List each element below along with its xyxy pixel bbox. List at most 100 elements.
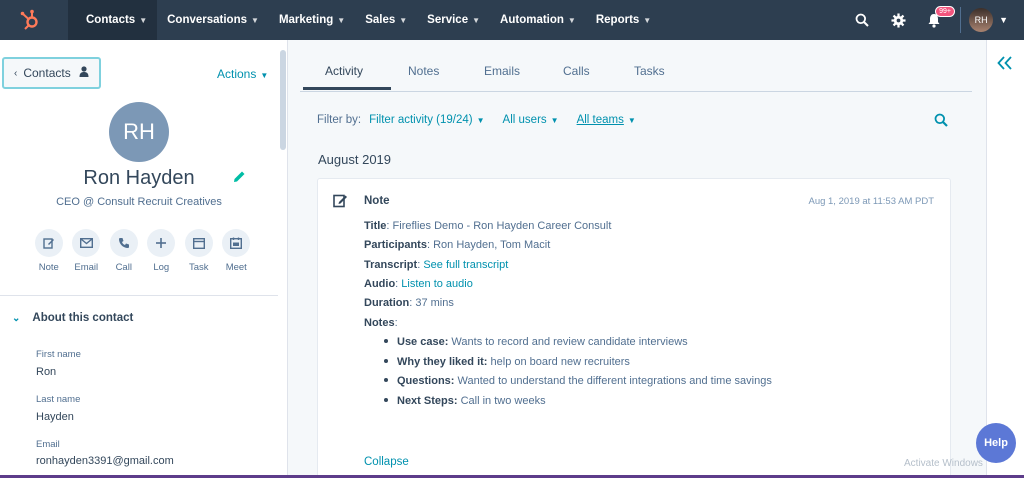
notification-badge: 99+ bbox=[935, 6, 955, 17]
bullet-text: Wants to record and review candidate int… bbox=[448, 336, 688, 348]
email-value[interactable]: ronhayden3391@gmail.com bbox=[36, 455, 174, 467]
bullet-dot bbox=[384, 398, 388, 403]
about-section-toggle[interactable]: ⌄ About this contact bbox=[12, 312, 133, 324]
search-icon[interactable] bbox=[934, 113, 948, 132]
list-item: Questions: Wanted to understand the diff… bbox=[384, 375, 772, 387]
meet-action-button[interactable]: Meet bbox=[218, 229, 256, 273]
audio-link[interactable]: Listen to audio bbox=[401, 278, 473, 290]
sidebar-scrollbar[interactable] bbox=[280, 50, 286, 150]
chevron-down-icon: ▼ bbox=[399, 15, 408, 25]
chevron-down-icon: ▼ bbox=[643, 15, 652, 25]
calendar-icon bbox=[222, 229, 251, 257]
chevron-left-icon: ‹ bbox=[14, 67, 18, 79]
sidebar-divider bbox=[0, 295, 278, 296]
chevron-down-icon: ▼ bbox=[550, 116, 559, 125]
quick-action-label: Meet bbox=[225, 262, 247, 273]
gear-icon[interactable] bbox=[880, 0, 916, 40]
help-button[interactable]: Help bbox=[976, 423, 1016, 463]
note-edit-icon bbox=[333, 193, 348, 213]
nav-right-group: 99+ RH ▼ bbox=[844, 0, 1024, 40]
users-filter-dropdown[interactable]: All users ▼ bbox=[503, 114, 559, 126]
actions-dropdown[interactable]: Actions ▼ bbox=[217, 67, 268, 81]
bullet-dot bbox=[384, 339, 388, 344]
first-name-label: First name bbox=[36, 349, 81, 360]
collapse-link[interactable]: Collapse bbox=[364, 456, 409, 468]
tab-tasks[interactable]: Tasks bbox=[634, 64, 665, 78]
field-label: Duration bbox=[364, 297, 410, 309]
field-value: : Fireflies Demo - Ron Hayden Career Con… bbox=[386, 220, 612, 232]
email-icon bbox=[72, 229, 101, 257]
actions-label: Actions bbox=[217, 67, 257, 81]
quick-action-label: Task bbox=[188, 262, 209, 273]
chevron-down-icon: ▼ bbox=[260, 71, 269, 80]
activity-tabs: Activity Notes Emails Calls Tasks bbox=[300, 40, 972, 92]
email-action-button[interactable]: Email bbox=[68, 229, 106, 273]
note-duration-line: Duration: 37 mins bbox=[364, 297, 454, 309]
tab-notes[interactable]: Notes bbox=[408, 64, 439, 78]
hubspot-logo-icon[interactable] bbox=[0, 0, 60, 40]
log-action-button[interactable]: Log bbox=[143, 229, 181, 273]
active-tab-indicator bbox=[303, 87, 391, 90]
nav-marketing[interactable]: Marketing ▼ bbox=[269, 0, 355, 40]
field-label: Audio bbox=[364, 278, 396, 290]
transcript-link[interactable]: See full transcript bbox=[423, 259, 508, 271]
back-to-contacts-button[interactable]: ‹ Contacts bbox=[2, 57, 101, 89]
filter-label: Filter by: bbox=[317, 114, 362, 126]
bullet-text: Call in two weeks bbox=[457, 395, 546, 407]
note-card: Note Aug 1, 2019 at 11:53 AM PDT Title: … bbox=[317, 178, 951, 475]
pencil-icon[interactable] bbox=[233, 170, 246, 188]
nav-conversations[interactable]: Conversations ▼ bbox=[157, 0, 269, 40]
bullet-label: Questions: bbox=[397, 375, 455, 387]
quick-actions: Note Email Call Log Task Meet bbox=[30, 229, 255, 273]
quick-action-label: Call bbox=[115, 262, 132, 273]
list-item: Why they liked it: help on board new rec… bbox=[384, 356, 630, 368]
list-item: Use case: Wants to record and review can… bbox=[384, 336, 688, 348]
task-action-button[interactable]: Task bbox=[180, 229, 218, 273]
user-avatar[interactable]: RH bbox=[969, 8, 994, 32]
bullet-text: help on board new recruiters bbox=[487, 356, 630, 368]
bullet-label: Why they liked it: bbox=[397, 356, 488, 368]
nav-automation[interactable]: Automation ▼ bbox=[490, 0, 586, 40]
about-heading: About this contact bbox=[32, 312, 134, 324]
note-action-button[interactable]: Note bbox=[30, 229, 68, 273]
person-icon bbox=[79, 66, 89, 80]
phone-icon bbox=[109, 229, 138, 257]
double-chevron-left-icon[interactable] bbox=[997, 54, 1013, 75]
teams-filter-label: All teams bbox=[576, 114, 624, 126]
tab-activity[interactable]: Activity bbox=[325, 64, 363, 78]
first-name-value[interactable]: Ron bbox=[36, 366, 56, 378]
task-icon bbox=[184, 229, 213, 257]
nav-label: Sales bbox=[365, 14, 396, 26]
nav-sales[interactable]: Sales ▼ bbox=[355, 0, 417, 40]
bullet-label: Next Steps: bbox=[397, 395, 458, 407]
nav-reports[interactable]: Reports ▼ bbox=[586, 0, 661, 40]
chevron-down-icon[interactable]: ▼ bbox=[999, 15, 1008, 25]
right-sidebar-rail bbox=[986, 40, 1024, 475]
tab-emails[interactable]: Emails bbox=[484, 64, 520, 78]
nav-label: Marketing bbox=[278, 14, 334, 26]
quick-action-label: Note bbox=[38, 262, 59, 273]
call-action-button[interactable]: Call bbox=[105, 229, 143, 273]
top-navigation: Contacts ▼ Conversations ▼ Marketing ▼ Sale… bbox=[0, 0, 1024, 40]
quick-action-label: Log bbox=[153, 262, 170, 273]
contact-job-title: CEO @ Consult Recruit Creatives bbox=[56, 196, 222, 208]
nav-label: Automation bbox=[500, 14, 564, 26]
notifications-button[interactable]: 99+ bbox=[916, 0, 955, 40]
nav-contacts[interactable]: Contacts ▼ bbox=[68, 0, 158, 40]
last-name-value[interactable]: Hayden bbox=[36, 411, 74, 423]
teams-filter-dropdown[interactable]: All teams ▼ bbox=[577, 114, 636, 126]
nav-service[interactable]: Service ▼ bbox=[417, 0, 490, 40]
note-edit-icon bbox=[34, 229, 63, 257]
search-icon[interactable] bbox=[844, 0, 880, 40]
chevron-down-icon: ⌄ bbox=[12, 312, 21, 324]
nav-label: Conversations bbox=[167, 14, 248, 26]
tab-calls[interactable]: Calls bbox=[563, 64, 590, 78]
filter-activity-dropdown[interactable]: Filter activity (19/24) ▼ bbox=[369, 114, 484, 126]
bullet-text: Wanted to understand the different integ… bbox=[454, 375, 772, 387]
nav-label: Reports bbox=[595, 14, 640, 26]
chevron-down-icon: ▼ bbox=[472, 15, 481, 25]
note-audio-line: Audio: Listen to audio bbox=[364, 278, 473, 290]
field-label: Title bbox=[364, 220, 387, 232]
list-item: Next Steps: Call in two weeks bbox=[384, 395, 546, 407]
note-notes-line: Notes: bbox=[364, 317, 398, 329]
